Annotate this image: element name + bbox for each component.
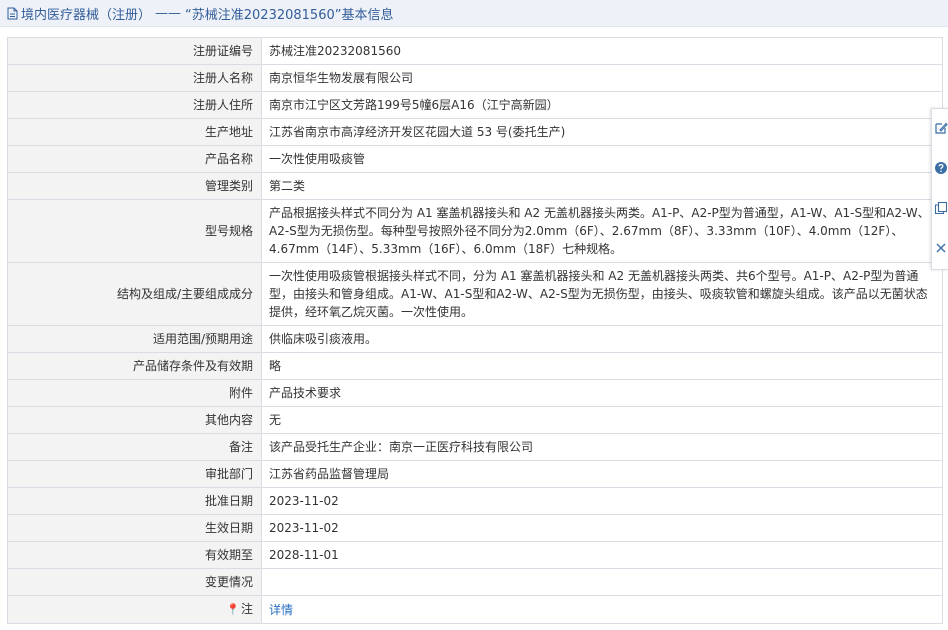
row-label: 管理类别	[7, 172, 262, 200]
row-value: 2028-11-01	[261, 541, 943, 569]
note-label-text: 注	[240, 602, 253, 616]
row-value: 南京恒华生物发展有限公司	[261, 64, 943, 92]
table-row: 其他内容无	[7, 406, 943, 434]
details-link[interactable]: 详情	[269, 603, 293, 617]
table-row: 适用范围/预期用途 供临床吸引痰液用。	[7, 325, 943, 353]
row-label: 其他内容	[7, 406, 262, 434]
side-toolbar	[931, 108, 948, 270]
header-separator: ——	[155, 5, 182, 21]
row-value: 第二类	[261, 172, 943, 200]
row-label: 备注	[7, 433, 262, 461]
page-title: “苏械注准20232081560”基本信息	[185, 7, 394, 23]
note-value: 详情	[261, 595, 943, 624]
row-value: 略	[261, 352, 943, 380]
table-row: 生效日期 2023-11-02	[7, 514, 943, 542]
table-row: 产品储存条件及有效期略	[7, 352, 943, 380]
row-label: 有效期至	[7, 541, 262, 569]
row-value: 一次性使用吸痰管	[261, 145, 943, 173]
table-row: 注册人住所 南京市江宁区文芳路199号5幢6层A16（江宁高新园）	[7, 91, 943, 119]
info-table: 注册证编号 苏械注准20232081560 注册人名称 南京恒华生物发展有限公司 注…	[7, 37, 943, 624]
row-label: 产品储存条件及有效期	[7, 352, 262, 380]
row-value: 2023-11-02	[261, 487, 943, 515]
table-row: 变更情况	[7, 568, 943, 596]
copy-icon[interactable]	[934, 201, 948, 215]
row-value: 供临床吸引痰液用。	[261, 325, 943, 353]
row-value: 产品技术要求	[261, 379, 943, 407]
row-value: 苏械注准20232081560	[261, 37, 943, 65]
note-label: 📍注	[7, 595, 262, 624]
row-label: 批准日期	[7, 487, 262, 515]
table-row: 生产地址 江苏省南京市高淳经济开发区花园大道 53 号(委托生产)	[7, 118, 943, 146]
row-label: 注册证编号	[7, 37, 262, 65]
row-label: 附件	[7, 379, 262, 407]
row-value: 该产品受托生产企业：南京一正医疗科技有限公司	[261, 433, 943, 461]
table-row: 有效期至 2028-11-01	[7, 541, 943, 569]
pin-icon: 📍	[226, 603, 240, 616]
row-label: 注册人住所	[7, 91, 262, 119]
row-label: 审批部门	[7, 460, 262, 488]
row-value: 南京市江宁区文芳路199号5幢6层A16（江宁高新园）	[261, 91, 943, 119]
table-row: 备注 该产品受托生产企业：南京一正医疗科技有限公司	[7, 433, 943, 461]
table-row-note: 📍注 详情	[7, 595, 943, 624]
table-row: 型号规格 产品根据接头样式不同分为 A1 塞盖机器接头和 A2 无盖机器接头两类。…	[7, 199, 943, 263]
row-value: 产品根据接头样式不同分为 A1 塞盖机器接头和 A2 无盖机器接头两类。A1-P…	[261, 199, 943, 263]
table-row: 注册人名称 南京恒华生物发展有限公司	[7, 64, 943, 92]
table-row: 审批部门 江苏省药品监督管理局	[7, 460, 943, 488]
header-category: 境内医疗器械（注册）	[21, 7, 152, 23]
table-row: 结构及组成/主要组成成分 一次性使用吸痰管根据接头样式不同，分为 A1 塞盖机器接…	[7, 262, 943, 326]
row-value: 江苏省南京市高淳经济开发区花园大道 53 号(委托生产)	[261, 118, 943, 146]
row-value: 无	[261, 406, 943, 434]
row-label: 产品名称	[7, 145, 262, 173]
document-icon	[6, 7, 18, 20]
table-row: 产品名称 一次性使用吸痰管	[7, 145, 943, 173]
close-icon[interactable]	[934, 241, 948, 255]
row-label: 适用范围/预期用途	[7, 325, 262, 353]
row-label: 型号规格	[7, 199, 262, 263]
table-row: 注册证编号 苏械注准20232081560	[7, 37, 943, 65]
row-label: 变更情况	[7, 568, 262, 596]
row-value: 江苏省药品监督管理局	[261, 460, 943, 488]
row-label: 生产地址	[7, 118, 262, 146]
row-label: 生效日期	[7, 514, 262, 542]
edit-icon[interactable]	[934, 121, 948, 135]
row-label: 结构及组成/主要组成成分	[7, 262, 262, 326]
table-row: 批准日期 2023-11-02	[7, 487, 943, 515]
row-label: 注册人名称	[7, 64, 262, 92]
row-value: 一次性使用吸痰管根据接头样式不同，分为 A1 塞盖机器接头和 A2 无盖机器接头…	[261, 262, 943, 326]
table-row: 附件 产品技术要求	[7, 379, 943, 407]
row-value	[261, 568, 943, 596]
row-value: 2023-11-02	[261, 514, 943, 542]
table-row: 管理类别 第二类	[7, 172, 943, 200]
help-icon[interactable]	[934, 161, 948, 175]
page-header: 境内医疗器械（注册） —— “苏械注准20232081560”基本信息	[0, 0, 948, 27]
